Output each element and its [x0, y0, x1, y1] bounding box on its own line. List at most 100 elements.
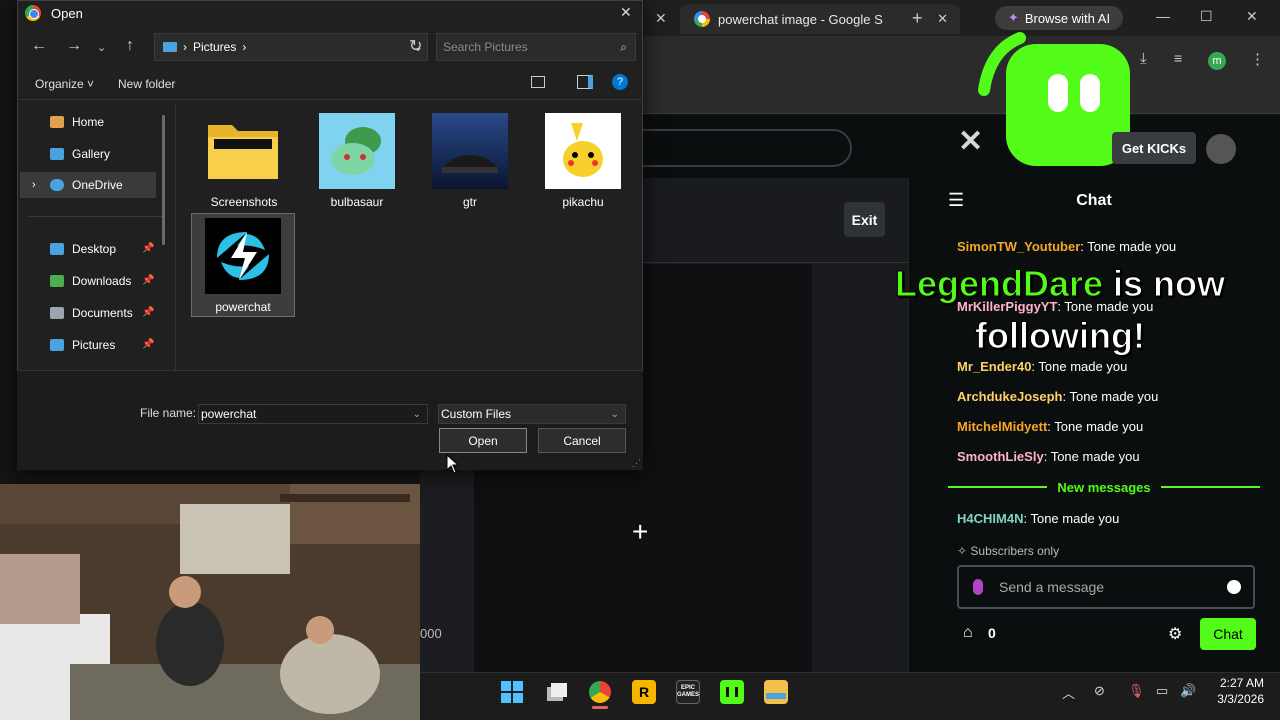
chat-message: SmoothLieSly: Tone made you	[957, 449, 1140, 464]
exit-button[interactable]: Exit	[844, 202, 885, 237]
chevron-right-icon[interactable]: ›	[32, 179, 36, 191]
nav-item-pictures[interactable]: Pictures	[28, 332, 156, 358]
volume-icon[interactable]: 🔊	[1180, 683, 1196, 699]
download-icon[interactable]: ⤓	[1140, 50, 1147, 67]
chat-username[interactable]: ArchdukeJoseph	[957, 389, 1062, 404]
chevron-right-icon: ›	[242, 40, 247, 54]
nav-item-documents[interactable]: Documents	[28, 300, 156, 326]
help-icon[interactable]: ?	[612, 74, 628, 90]
file-name: gtr	[462, 195, 477, 209]
search-input[interactable]: Search Pictures ⌕	[436, 33, 636, 61]
chat-text: Tone made you	[1050, 449, 1140, 464]
close-icon[interactable]: ✕	[620, 4, 632, 21]
bookmarks-bar	[640, 84, 1280, 114]
chevron-down-icon[interactable]: ⌄	[413, 409, 421, 420]
scrollbar[interactable]	[162, 115, 165, 245]
preview-pane-icon[interactable]	[577, 75, 593, 89]
open-button[interactable]: Open	[439, 428, 527, 453]
clock-time[interactable]: 2:27 AM	[1214, 676, 1264, 690]
epic-games-icon[interactable]: EPIC GAMES	[676, 680, 700, 704]
close-tab-icon[interactable]: ✕	[937, 11, 948, 27]
cancel-button[interactable]: Cancel	[538, 428, 626, 453]
subscribers-only-notice: ✧ Subscribers only	[957, 544, 1059, 558]
file-type-select[interactable]: Custom Files ⌄	[438, 404, 626, 424]
rockstar-icon[interactable]: R	[632, 680, 656, 704]
media-icon[interactable]: ≡	[1174, 50, 1182, 66]
back-icon[interactable]: ←	[31, 37, 47, 55]
dialog-title-bar[interactable]: Open	[17, 0, 643, 26]
nav-item-desktop[interactable]: Desktop	[28, 236, 156, 262]
download-icon	[50, 275, 64, 287]
more-menu-icon[interactable]: ⋮	[1250, 50, 1265, 68]
file-item-pikachu[interactable]: pikachu	[531, 109, 635, 213]
new-folder-button[interactable]: New folder	[118, 77, 175, 91]
file-item-powerchat[interactable]: powerchat	[191, 213, 295, 317]
microphone-icon[interactable]	[973, 579, 983, 595]
nav-item-onedrive[interactable]: › OneDrive	[20, 172, 156, 198]
new-tab-icon[interactable]: +	[912, 8, 923, 29]
clock-date[interactable]: 3/3/2026	[1204, 692, 1264, 706]
side-panel	[420, 470, 474, 672]
microphone-icon[interactable]: 🎙	[1128, 683, 1145, 699]
file-item-gtr[interactable]: gtr	[418, 109, 522, 213]
nav-item-home[interactable]: Home	[28, 109, 156, 135]
organize-button[interactable]: Organize ˅	[35, 77, 94, 91]
get-kicks-button[interactable]: Get KICKs	[1112, 132, 1196, 164]
refresh-icon[interactable]: ↻	[409, 36, 422, 56]
resize-grip-icon[interactable]: ⋰	[632, 458, 641, 469]
bulbasaur-thumbnail	[319, 113, 395, 189]
chat-username[interactable]: SmoothLieSly	[957, 449, 1044, 464]
close-overlay-icon[interactable]: ✕	[958, 124, 983, 159]
address-bar[interactable]: › Pictures › ⌄	[154, 33, 428, 61]
nav-divider	[28, 216, 162, 217]
avatar[interactable]	[1206, 134, 1236, 164]
chrome-taskbar-icon[interactable]	[588, 680, 612, 704]
chat-text: Tone made you	[1030, 511, 1120, 526]
close-window-icon[interactable]: ✕	[1246, 8, 1258, 25]
file-item-bulbasaur[interactable]: bulbasaur	[305, 109, 409, 213]
maximize-icon[interactable]: ☐	[1200, 8, 1213, 25]
file-type-value: Custom Files	[441, 407, 512, 421]
close-tab-icon[interactable]: ✕	[655, 10, 667, 27]
pane-divider[interactable]	[175, 105, 176, 370]
file-item-screenshots[interactable]: Screenshots	[192, 109, 296, 213]
kick-taskbar-icon[interactable]	[720, 680, 744, 704]
chat-message: ArchdukeJoseph: Tone made you	[957, 389, 1159, 404]
profile-avatar[interactable]: m	[1208, 52, 1226, 70]
chat-username[interactable]: SimonTW_Youtuber	[957, 239, 1080, 254]
chat-username[interactable]: H4CHIM4N	[957, 511, 1023, 526]
file-explorer-icon[interactable]	[764, 680, 788, 704]
minimize-icon[interactable]: —	[1156, 8, 1170, 24]
display-icon[interactable]: ▭	[1156, 683, 1168, 699]
sparkle-icon: ✧	[957, 544, 971, 558]
recent-locations-icon[interactable]: ⌄	[97, 41, 106, 54]
nav-label: Downloads	[72, 274, 132, 288]
up-icon[interactable]: ↑	[126, 37, 134, 55]
chat-username[interactable]: MitchelMidyett	[957, 419, 1047, 434]
file-name-input[interactable]: powerchat ⌄	[198, 404, 428, 424]
chevron-right-icon: ›	[183, 40, 187, 54]
divider	[640, 262, 908, 263]
chat-message-input[interactable]: Send a message	[957, 565, 1255, 609]
chevron-up-icon[interactable]: ︿	[1062, 683, 1075, 702]
store-icon[interactable]: ⌂	[963, 624, 973, 642]
nav-item-downloads[interactable]: Downloads	[28, 268, 156, 294]
pin-icon: 📌	[142, 243, 155, 254]
file-name-value: powerchat	[201, 407, 257, 421]
chat-text: Tone made you	[1069, 389, 1159, 404]
gear-icon[interactable]: ⚙	[1168, 624, 1182, 644]
active-indicator	[592, 706, 608, 709]
network-off-icon[interactable]: ⊘	[1094, 683, 1105, 699]
store-count: 0	[988, 625, 996, 641]
chat-send-button[interactable]: Chat	[1200, 618, 1256, 650]
emoji-icon[interactable]	[1227, 580, 1241, 594]
pin-icon: 📌	[142, 275, 155, 286]
gtr-thumbnail	[432, 113, 508, 189]
view-options-icon[interactable]	[531, 76, 545, 88]
forward-icon[interactable]: →	[66, 37, 82, 55]
windows-start-icon[interactable]	[500, 680, 524, 704]
nav-item-gallery[interactable]: Gallery	[28, 141, 156, 167]
new-messages-divider[interactable]: New messages	[948, 478, 1261, 496]
address-segment[interactable]: Pictures	[193, 40, 236, 54]
task-view-icon[interactable]	[545, 680, 569, 704]
